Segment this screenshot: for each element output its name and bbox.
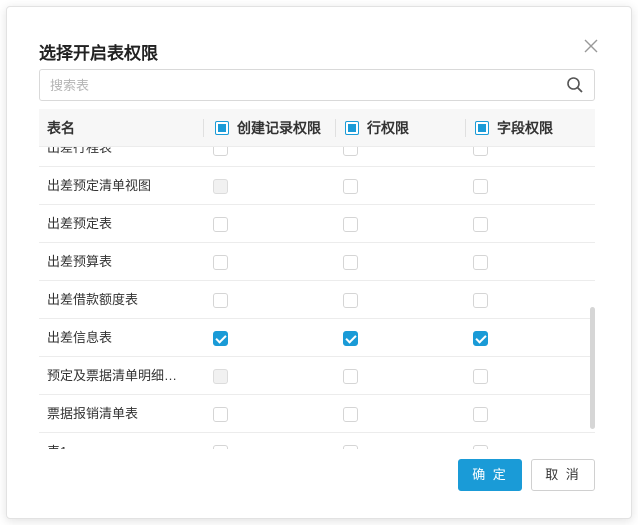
header-row-label: 行权限: [367, 120, 409, 136]
row-permission-checkbox[interactable]: [343, 217, 358, 232]
table-name-cell: 票据报销清单表: [47, 406, 139, 421]
field-permission-checkbox[interactable]: [473, 445, 488, 449]
table-name-cell: 出差预定清单视图: [47, 178, 152, 193]
header-field-permission[interactable]: 字段权限: [475, 109, 553, 147]
dialog-title: 选择开启表权限: [39, 44, 158, 63]
field-permission-checkbox[interactable]: [473, 331, 488, 346]
table-header: 表名 创建记录权限 行权限 字段权限: [39, 109, 595, 147]
table-row: 表1: [39, 433, 595, 449]
row-permission-checkbox[interactable]: [343, 293, 358, 308]
header-divider: [335, 119, 336, 137]
create-permission-checkbox[interactable]: [213, 445, 228, 449]
header-divider: [203, 119, 204, 137]
scrollbar-thumb[interactable]: [590, 307, 595, 429]
table-name-cell: 预定及票据清单明细…: [47, 368, 178, 383]
field-permission-checkbox[interactable]: [473, 407, 488, 422]
create-permission-checkbox[interactable]: [213, 407, 228, 422]
select-all-create-checkbox[interactable]: [215, 121, 229, 135]
row-permission-checkbox[interactable]: [343, 407, 358, 422]
create-permission-checkbox[interactable]: [213, 217, 228, 232]
select-all-field-checkbox[interactable]: [475, 121, 489, 135]
table-row: 出差信息表: [39, 319, 595, 357]
header-row-permission[interactable]: 行权限: [345, 109, 409, 147]
row-permission-checkbox[interactable]: [343, 331, 358, 346]
table-name-cell: 出差预算表: [47, 254, 113, 269]
field-permission-checkbox[interactable]: [473, 179, 488, 194]
search-icon[interactable]: [566, 76, 584, 94]
header-field-label: 字段权限: [497, 120, 553, 136]
permission-dialog: 选择开启表权限 表名 创建记录权限 行权限: [6, 6, 632, 519]
cancel-button[interactable]: 取 消: [531, 459, 595, 491]
header-divider: [465, 119, 466, 137]
row-permission-checkbox[interactable]: [343, 369, 358, 384]
row-permission-checkbox[interactable]: [343, 179, 358, 194]
field-permission-checkbox[interactable]: [473, 369, 488, 384]
search-box[interactable]: [39, 69, 595, 101]
table-name-cell: 出差信息表: [47, 330, 113, 345]
create-permission-checkbox[interactable]: [213, 331, 228, 346]
close-icon[interactable]: [581, 36, 601, 56]
header-create-label: 创建记录权限: [237, 120, 321, 136]
search-input[interactable]: [50, 70, 550, 100]
field-permission-checkbox[interactable]: [473, 255, 488, 270]
permission-table: 表名 创建记录权限 行权限 字段权限 出差行程表 出差预定清单视图 出差预定表 出差预…: [39, 109, 595, 449]
table-row: 出差预定清单视图: [39, 167, 595, 205]
create-permission-checkbox: [213, 369, 228, 384]
field-permission-checkbox[interactable]: [473, 293, 488, 308]
table-name-cell: 表1: [47, 433, 197, 449]
create-permission-checkbox: [213, 179, 228, 194]
row-permission-checkbox[interactable]: [343, 445, 358, 449]
select-all-row-checkbox[interactable]: [345, 121, 359, 135]
row-permission-checkbox[interactable]: [343, 255, 358, 270]
confirm-button[interactable]: 确 定: [458, 459, 522, 491]
table-row: 票据报销清单表: [39, 395, 595, 433]
table-name-cell: 出差借款额度表: [47, 292, 139, 307]
header-table-name: 表名: [47, 120, 75, 136]
create-permission-checkbox[interactable]: [213, 255, 228, 270]
table-row: 预定及票据清单明细…: [39, 357, 595, 395]
table-row: 出差预定表: [39, 205, 595, 243]
field-permission-checkbox[interactable]: [473, 217, 488, 232]
table-row: 出差预算表: [39, 243, 595, 281]
table-row: 出差借款额度表: [39, 281, 595, 319]
create-permission-checkbox[interactable]: [213, 293, 228, 308]
header-create-permission[interactable]: 创建记录权限: [215, 109, 321, 147]
table-name-cell: 出差预定表: [47, 216, 113, 231]
